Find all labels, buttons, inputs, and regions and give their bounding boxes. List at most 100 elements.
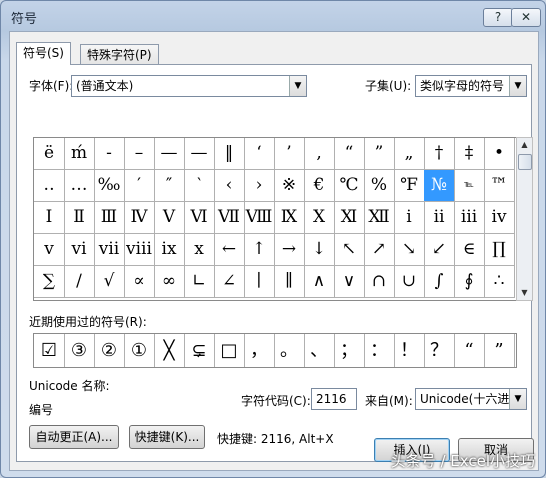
subset-dropdown[interactable]: 类似字母的符号 ▼: [415, 75, 527, 97]
symbol-cell[interactable]: ∩: [364, 266, 395, 298]
shortcut-key-button[interactable]: 快捷键(K)...: [129, 425, 205, 449]
recent-symbol-cell[interactable]: ③: [64, 334, 95, 367]
symbol-cell[interactable]: Ⅷ: [244, 202, 275, 234]
symbol-cell[interactable]: ↗: [364, 234, 395, 266]
symbol-cell[interactable]: ↑: [244, 234, 275, 266]
chevron-down-icon[interactable]: ▼: [509, 76, 526, 96]
symbol-cell[interactable]: -: [94, 138, 125, 170]
symbol-cell[interactable]: ⅵ: [64, 234, 95, 266]
symbol-cell[interactable]: ←: [214, 234, 245, 266]
symbol-cell[interactable]: ⅳ: [484, 202, 515, 234]
symbol-cell[interactable]: Ⅲ: [94, 202, 125, 234]
recent-symbol-cell[interactable]: ②: [94, 334, 125, 367]
symbol-cell[interactable]: ∞: [154, 266, 185, 298]
symbol-cell[interactable]: ↓: [304, 234, 335, 266]
symbol-cell[interactable]: ë: [34, 138, 65, 170]
symbol-cell[interactable]: …: [64, 170, 95, 202]
symbol-cell[interactable]: Ⅰ: [34, 202, 65, 234]
symbol-cell[interactable]: ‥: [34, 170, 65, 202]
symbol-cell[interactable]: ∪: [394, 266, 425, 298]
symbol-cell[interactable]: ∫: [424, 266, 455, 298]
scroll-thumb[interactable]: [518, 154, 532, 170]
symbol-cell[interactable]: ↘: [394, 234, 425, 266]
symbol-cell[interactable]: ↖: [334, 234, 365, 266]
symbol-cell[interactable]: Ⅳ: [124, 202, 155, 234]
symbol-cell[interactable]: √: [94, 266, 125, 298]
symbol-cell[interactable]: ⅲ: [454, 202, 485, 234]
symbol-cell[interactable]: ℉: [394, 170, 425, 202]
symbol-cell[interactable]: ℃: [334, 170, 365, 202]
symbol-cell[interactable]: ⅱ: [424, 202, 455, 234]
symbol-cell[interactable]: ∨: [334, 266, 365, 298]
scroll-up-icon[interactable]: ▲: [517, 138, 532, 152]
symbol-cell[interactable]: ∣: [244, 266, 275, 298]
recent-symbol-cell[interactable]: “: [454, 334, 485, 367]
symbol-cell[interactable]: “: [334, 138, 365, 170]
symbol-cell[interactable]: ∥: [274, 266, 305, 298]
symbol-cell[interactable]: Ⅺ: [334, 202, 365, 234]
char-code-field[interactable]: 2116: [311, 388, 357, 410]
recent-symbol-cell[interactable]: 、: [304, 334, 335, 367]
symbol-cell[interactable]: ›: [244, 170, 275, 202]
symbol-cell[interactable]: Ⅶ: [214, 202, 245, 234]
symbol-cell[interactable]: ‹: [214, 170, 245, 202]
symbol-cell[interactable]: ∮: [454, 266, 485, 298]
recent-symbol-cell[interactable]: 。: [274, 334, 305, 367]
symbol-cell[interactable]: ⅹ: [184, 234, 215, 266]
symbol-cell[interactable]: Ⅴ: [154, 202, 185, 234]
recent-symbol-cell[interactable]: ☑: [34, 334, 65, 367]
symbol-cell[interactable]: ’: [274, 138, 305, 170]
symbol-grid-scrollbar[interactable]: ▲ ▼: [516, 137, 533, 301]
tab-special-characters[interactable]: 特殊字符(P): [80, 44, 159, 65]
symbol-cell[interactable]: ”: [364, 138, 395, 170]
symbol-cell[interactable]: ∝: [124, 266, 155, 298]
recent-symbol-cell[interactable]: ；: [334, 334, 365, 367]
chevron-down-icon[interactable]: ▼: [289, 76, 306, 96]
symbol-cell[interactable]: ⅷ: [124, 234, 155, 266]
symbol-cell[interactable]: ∕: [64, 266, 95, 298]
help-button[interactable]: ?: [483, 8, 513, 27]
symbol-cell[interactable]: Ⅸ: [274, 202, 305, 234]
symbol-cell[interactable]: →: [274, 234, 305, 266]
from-dropdown[interactable]: Unicode(十六进 ▼: [415, 388, 527, 410]
symbol-cell[interactable]: —: [184, 138, 215, 170]
recent-symbol-cell[interactable]: ：: [364, 334, 395, 367]
recent-symbol-cell[interactable]: □: [214, 334, 245, 367]
symbol-cell[interactable]: ‡: [454, 138, 485, 170]
symbol-cell[interactable]: ‰: [94, 170, 125, 202]
recent-symbol-cell[interactable]: ，: [244, 334, 275, 367]
symbol-cell[interactable]: •: [484, 138, 515, 170]
symbol-cell[interactable]: ‵: [184, 170, 215, 202]
symbol-cell[interactable]: –: [124, 138, 155, 170]
font-dropdown[interactable]: (普通文本) ▼: [71, 75, 307, 97]
recent-symbol-cell[interactable]: ╳: [154, 334, 185, 367]
symbol-cell[interactable]: ※: [274, 170, 305, 202]
symbol-cell[interactable]: %: [364, 170, 395, 202]
symbol-cell[interactable]: Ⅵ: [184, 202, 215, 234]
scroll-down-icon[interactable]: ▼: [517, 286, 532, 300]
autocorrect-button[interactable]: 自动更正(A)...: [29, 425, 119, 449]
symbol-cell[interactable]: ℡: [454, 170, 485, 202]
symbol-cell[interactable]: ⅶ: [94, 234, 125, 266]
symbol-cell[interactable]: №: [424, 170, 455, 202]
symbol-cell[interactable]: ḿ: [64, 138, 95, 170]
recent-symbol-cell[interactable]: ！: [394, 334, 425, 367]
symbol-cell[interactable]: Ⅹ: [304, 202, 335, 234]
symbol-cell[interactable]: ′: [124, 170, 155, 202]
symbol-cell[interactable]: ∟: [184, 266, 215, 298]
recent-symbol-cell[interactable]: ？: [424, 334, 455, 367]
symbol-cell[interactable]: ⅸ: [154, 234, 185, 266]
recent-symbol-cell[interactable]: ⊊: [184, 334, 215, 367]
symbol-cell[interactable]: ‖: [214, 138, 245, 170]
symbol-cell[interactable]: ↙: [424, 234, 455, 266]
symbol-cell[interactable]: ∧: [304, 266, 335, 298]
symbol-cell[interactable]: ‚: [304, 138, 335, 170]
symbol-cell[interactable]: ⅰ: [394, 202, 425, 234]
symbol-cell[interactable]: Ⅱ: [64, 202, 95, 234]
symbol-cell[interactable]: ⅴ: [34, 234, 65, 266]
recent-symbol-cell[interactable]: ”: [484, 334, 515, 367]
symbol-cell[interactable]: ™: [484, 170, 515, 202]
symbol-cell[interactable]: †: [424, 138, 455, 170]
symbol-cell[interactable]: ∏: [484, 234, 515, 266]
symbol-cell[interactable]: ∠: [214, 266, 245, 298]
